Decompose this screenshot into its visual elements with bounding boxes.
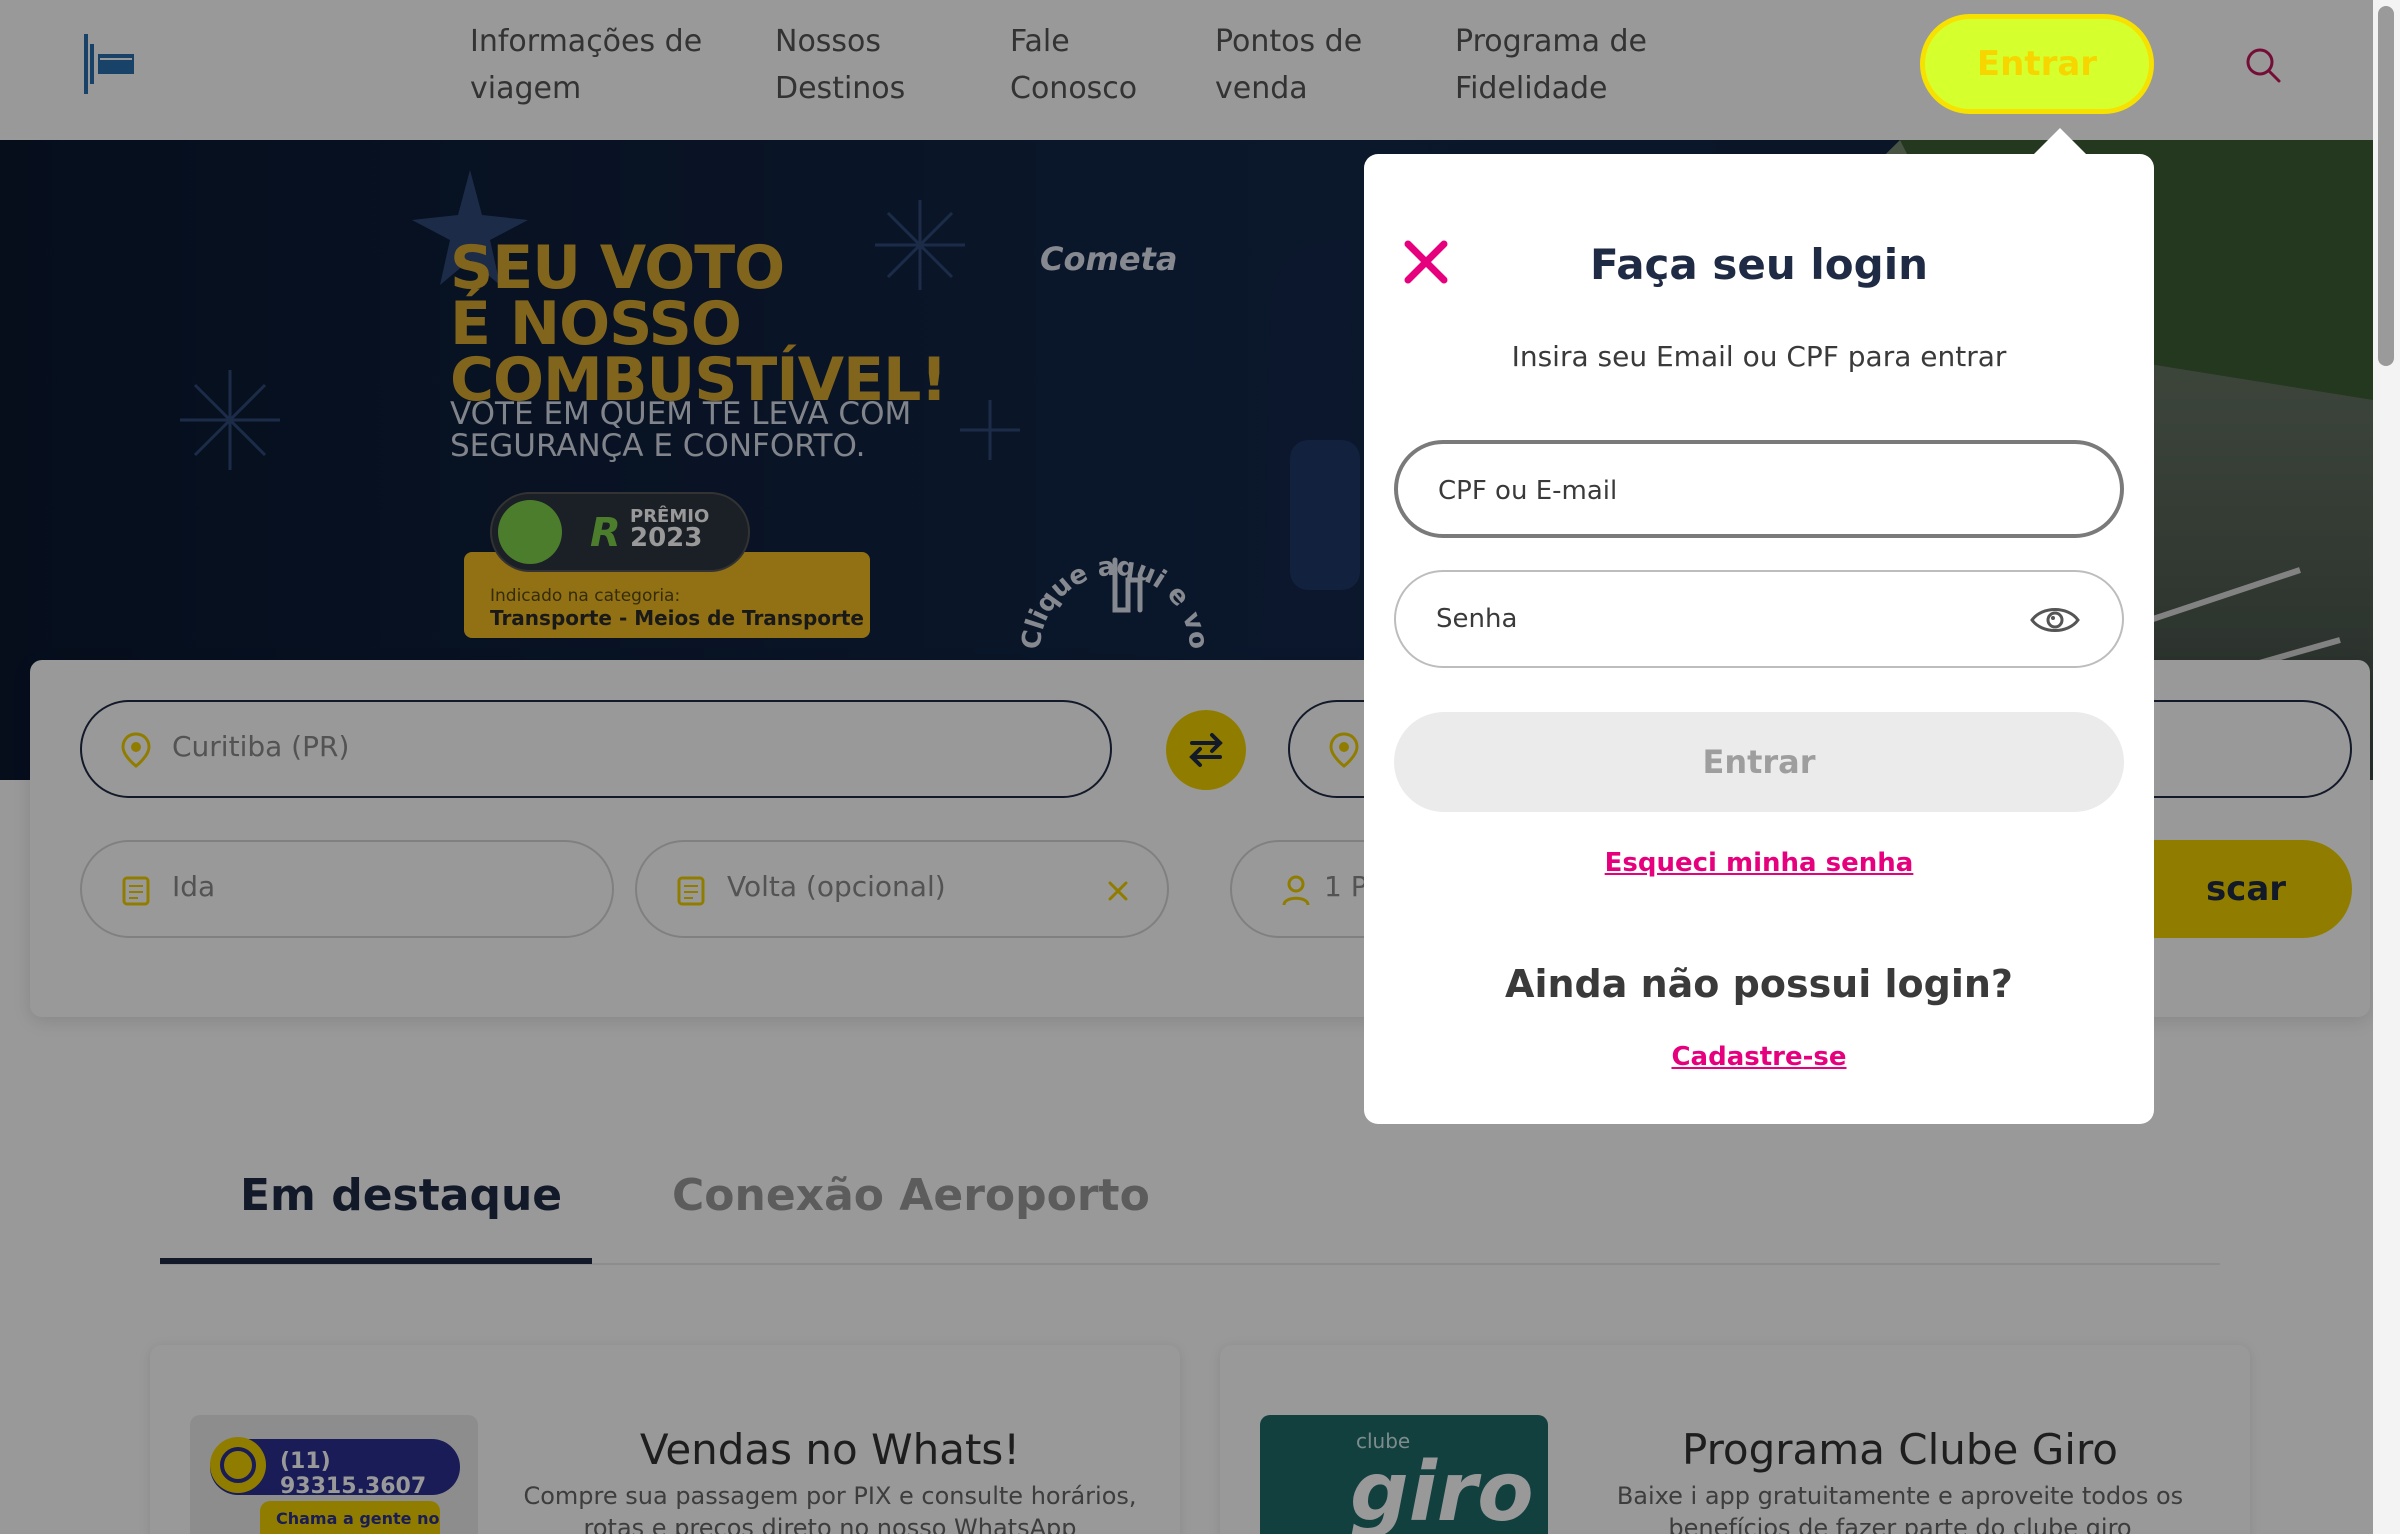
forgot-password-link[interactable]: Esqueci minha senha — [1364, 848, 2154, 878]
submit-login-button[interactable]: Entrar — [1394, 712, 2124, 812]
modal-pointer — [2034, 128, 2086, 154]
login-modal: Faça seu login Insira seu Email ou CPF p… — [1364, 154, 2154, 1124]
modal-title: Faça seu login — [1589, 240, 1929, 289]
password-field[interactable] — [1394, 570, 2124, 668]
password-input[interactable] — [1436, 596, 1996, 642]
login-button[interactable]: Entrar — [1920, 14, 2154, 114]
register-link[interactable]: Cadastre-se — [1364, 1042, 2154, 1072]
scrollbar-thumb[interactable] — [2378, 6, 2394, 366]
cpf-email-input[interactable] — [1438, 468, 1998, 514]
no-account-heading: Ainda não possui login? — [1505, 962, 2013, 1006]
modal-subtitle: Insira seu Email ou CPF para entrar — [1511, 340, 2007, 373]
eye-icon[interactable] — [2030, 604, 2080, 636]
page-scrollbar[interactable] — [2373, 0, 2400, 1534]
cpf-email-field[interactable] — [1394, 440, 2124, 538]
